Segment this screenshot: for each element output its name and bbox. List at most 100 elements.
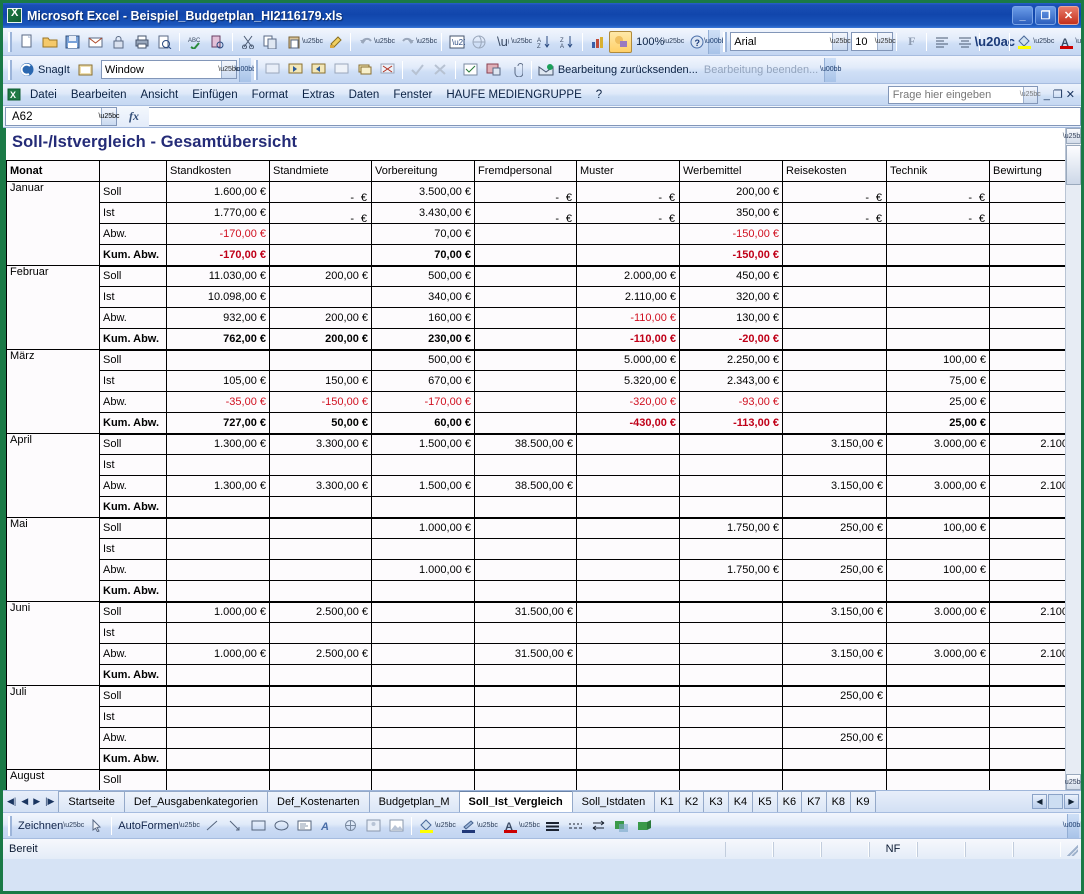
value-cell[interactable]: - € [474, 202, 577, 224]
first-sheet-button[interactable]: ◀| [7, 796, 16, 807]
value-cell[interactable] [989, 412, 1065, 435]
shadow-style-icon[interactable] [610, 815, 633, 837]
sheet-tab-startseite[interactable]: Startseite [58, 791, 125, 812]
reject-change-icon[interactable] [429, 59, 452, 81]
row-kind-cell[interactable]: Kum. Abw. [99, 328, 167, 351]
format-painter-icon[interactable] [324, 31, 347, 53]
vertical-scrollbar[interactable]: \u25b2 \u25bc [1063, 128, 1081, 790]
value-cell[interactable] [269, 559, 372, 581]
month-cell[interactable]: August [6, 769, 100, 790]
table-row[interactable]: Kum. Abw. [7, 664, 1065, 687]
table-row[interactable]: Kum. Abw. 762,00 €200,00 €230,00 € -110,00… [7, 328, 1065, 351]
insert-clipart-icon[interactable] [362, 815, 385, 837]
value-cell[interactable] [679, 580, 783, 603]
value-cell[interactable] [269, 685, 372, 707]
value-cell[interactable]: 1.300,00 € [166, 475, 270, 497]
value-cell[interactable] [679, 748, 783, 771]
value-cell[interactable]: 25,00 € [886, 391, 990, 413]
value-cell[interactable]: 670,00 € [371, 370, 475, 392]
value-cell[interactable] [371, 454, 475, 476]
value-cell[interactable] [886, 454, 990, 476]
select-objects-icon[interactable] [85, 815, 108, 837]
value-cell[interactable] [371, 496, 475, 519]
value-cell[interactable] [679, 475, 783, 497]
value-cell[interactable]: -20,00 € [679, 328, 783, 351]
value-cell[interactable] [474, 706, 577, 728]
value-cell[interactable] [679, 727, 783, 749]
value-cell[interactable] [679, 538, 783, 560]
value-cell[interactable] [886, 244, 990, 267]
row-kind-cell[interactable]: Ist [99, 622, 167, 644]
rectangle-icon[interactable] [247, 815, 270, 837]
arrow-icon[interactable] [224, 815, 247, 837]
value-cell[interactable]: 2.100, [989, 433, 1065, 455]
value-cell[interactable] [269, 769, 372, 790]
formula-input[interactable] [149, 107, 1081, 126]
menu-item-extras[interactable]: Extras [295, 87, 342, 103]
value-cell[interactable] [474, 517, 577, 539]
value-cell[interactable]: 2.100, [989, 475, 1065, 497]
minimize-button[interactable]: _ [1012, 6, 1033, 25]
value-cell[interactable] [886, 265, 990, 287]
ask-dropdown-arrow[interactable]: \u25bc [1020, 86, 1041, 103]
undo-dropdown-arrow[interactable]: \u25bc [374, 38, 395, 45]
value-cell[interactable] [474, 307, 577, 329]
sheet-tab-def_kostenarten[interactable]: Def_Kostenarten [267, 791, 370, 812]
value-cell[interactable] [679, 601, 783, 623]
drawing-toolbar-overflow[interactable]: \u00bb [1063, 813, 1081, 838]
value-cell[interactable]: 60,00 € [371, 412, 475, 435]
value-cell[interactable]: -170,00 € [166, 223, 270, 245]
value-cell[interactable] [576, 727, 680, 749]
value-cell[interactable] [989, 307, 1065, 329]
value-cell[interactable] [166, 538, 270, 560]
value-cell[interactable] [679, 496, 783, 519]
value-cell[interactable] [474, 286, 577, 308]
value-cell[interactable] [679, 664, 783, 687]
value-cell[interactable]: 1.000,00 € [371, 559, 475, 581]
close-button[interactable]: ✕ [1058, 6, 1079, 25]
value-cell[interactable] [679, 433, 783, 455]
value-cell[interactable] [989, 685, 1065, 707]
value-cell[interactable]: 2.110,00 € [576, 286, 680, 308]
month-cell[interactable]: März [6, 349, 100, 434]
chart-wizard-icon[interactable] [586, 31, 609, 53]
worksheet-grid[interactable]: Soll-/Istvergleich - Gesamtübersicht Mon… [6, 128, 1065, 790]
row-kind-cell[interactable]: Ist [99, 538, 167, 560]
value-cell[interactable] [474, 622, 577, 644]
value-cell[interactable] [474, 559, 577, 581]
snagit-toolbar-overflow[interactable]: \u00bb [235, 57, 256, 82]
fill-color-dropdown-arrow[interactable]: \u25bc [1033, 38, 1054, 45]
row-kind-cell[interactable]: Ist [99, 706, 167, 728]
value-cell[interactable] [269, 223, 372, 245]
value-cell[interactable] [474, 328, 577, 351]
value-cell[interactable]: -170,00 € [371, 391, 475, 413]
value-cell[interactable] [576, 622, 680, 644]
doc-restore-button[interactable]: ❐ [1053, 88, 1063, 101]
value-cell[interactable]: - € [886, 202, 990, 224]
value-cell[interactable] [474, 769, 577, 790]
autosum-dropdown-arrow[interactable]: \u25bc [511, 38, 532, 45]
value-cell[interactable]: 2.100, [989, 601, 1065, 623]
send-back-label[interactable]: Bearbeitung zurücksenden... [558, 64, 704, 76]
value-cell[interactable] [166, 496, 270, 519]
value-cell[interactable]: 10.098,00 € [166, 286, 270, 308]
print-icon[interactable] [130, 31, 153, 53]
value-cell[interactable] [782, 265, 887, 287]
snagit-profiles-icon[interactable] [74, 59, 97, 81]
row-kind-cell[interactable]: Kum. Abw. [99, 748, 167, 771]
scroll-track[interactable] [1066, 185, 1081, 774]
value-cell[interactable] [474, 370, 577, 392]
value-cell[interactable] [474, 223, 577, 245]
value-cell[interactable] [576, 223, 680, 245]
toolbar-grip[interactable] [8, 59, 12, 80]
value-cell[interactable] [576, 244, 680, 267]
value-cell[interactable] [782, 244, 887, 267]
value-cell[interactable]: 2.100, [989, 643, 1065, 665]
value-cell[interactable] [989, 748, 1065, 771]
value-cell[interactable] [166, 748, 270, 771]
value-cell[interactable] [576, 769, 680, 790]
value-cell[interactable] [989, 517, 1065, 539]
value-cell[interactable] [989, 664, 1065, 687]
name-box[interactable]: A62 \u25bc [5, 107, 120, 126]
value-cell[interactable]: - € [886, 181, 990, 203]
